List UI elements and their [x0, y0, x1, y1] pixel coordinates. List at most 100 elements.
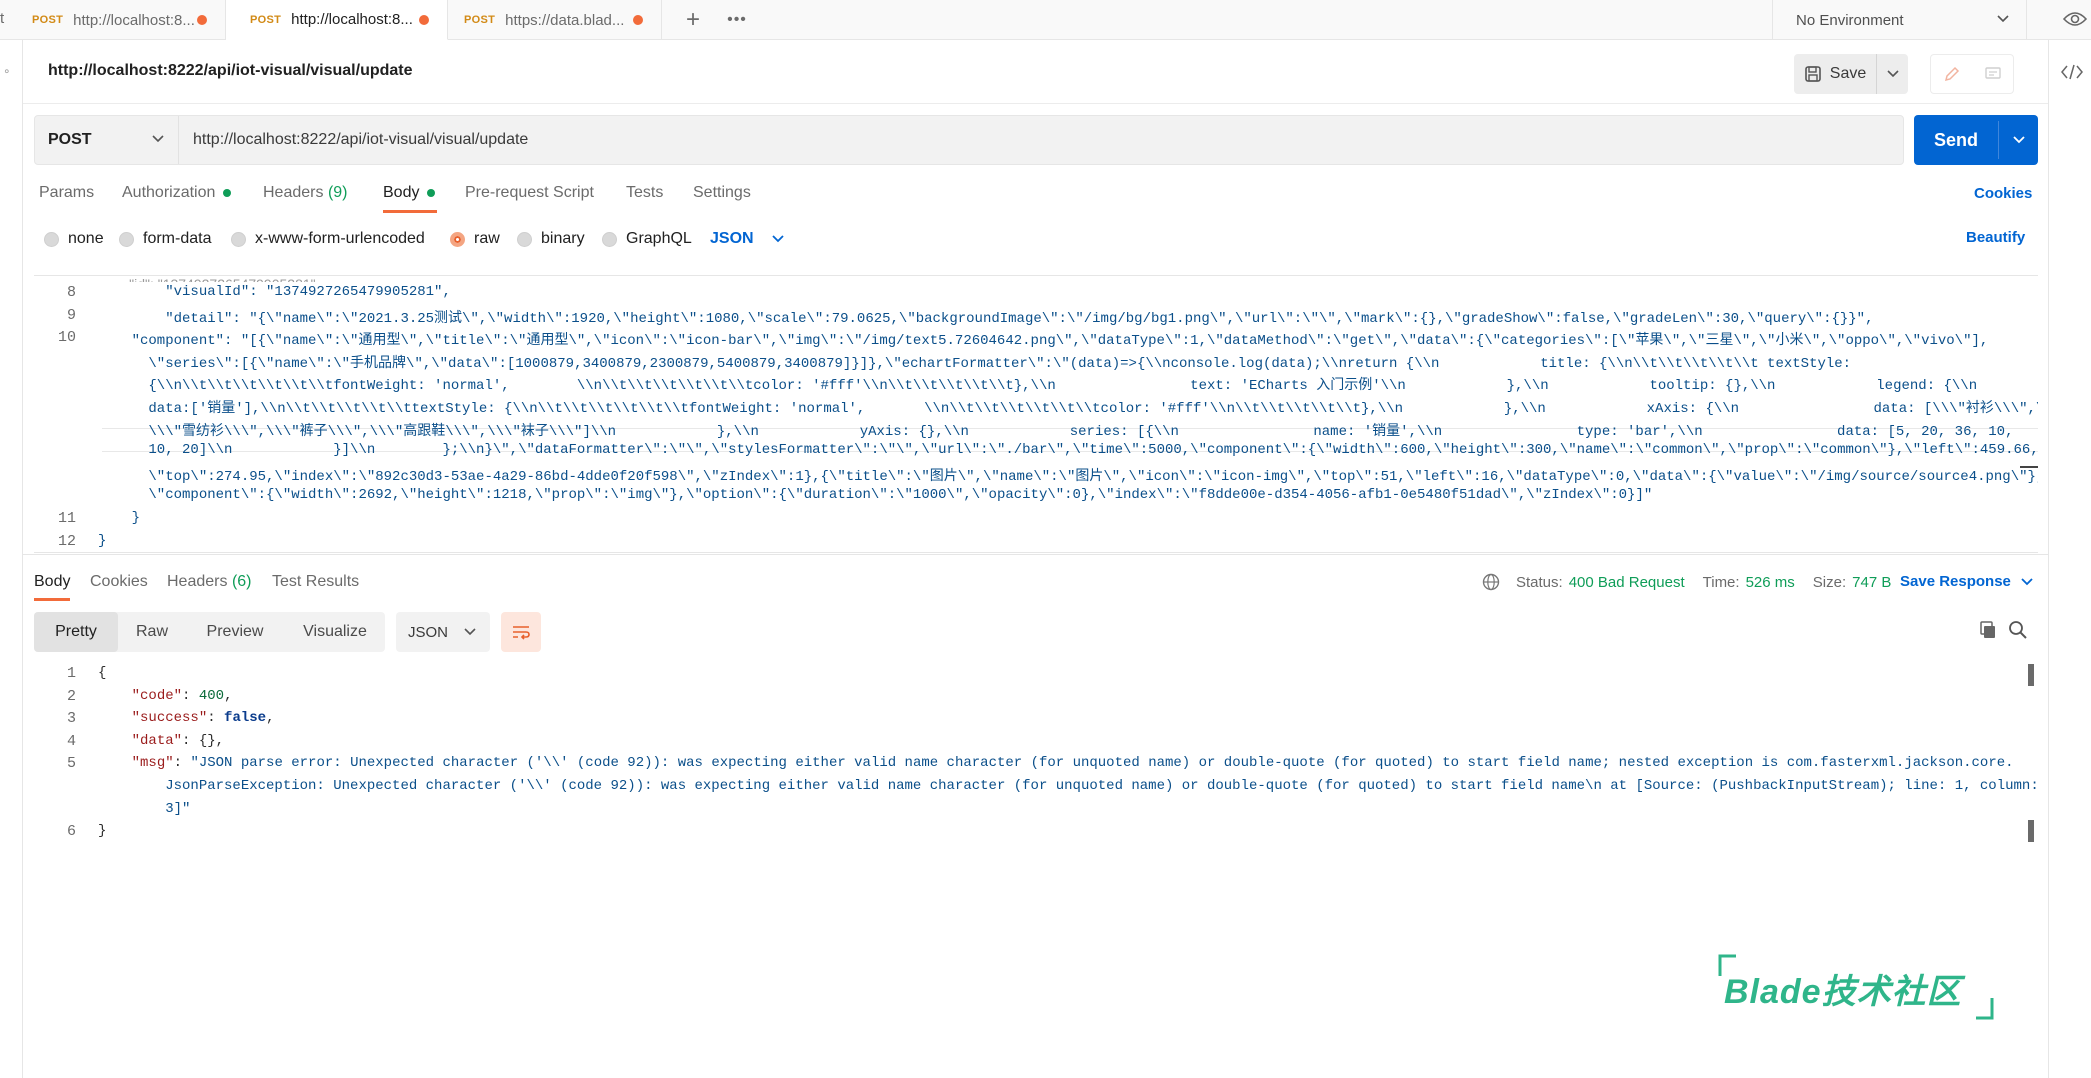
response-tab-cookies[interactable]: Cookies — [90, 562, 148, 602]
radio-circle — [119, 231, 134, 247]
collapse-indicator[interactable]: ∘ — [3, 64, 11, 78]
save-options-button[interactable] — [1877, 54, 1908, 94]
send-button-group: Send — [1914, 115, 2038, 165]
time-value[interactable]: 526 ms — [1746, 574, 1795, 591]
cookies-link[interactable]: Cookies — [1974, 173, 2032, 213]
tab-tests[interactable]: Tests — [626, 173, 663, 213]
json-value: false — [224, 710, 267, 727]
tab-params[interactable]: Params — [39, 173, 94, 213]
response-tab-headers[interactable]: Headers (6) — [167, 562, 252, 602]
line-number: 1 — [66, 665, 76, 682]
tab-label: http://localhost:8... — [291, 11, 413, 28]
save-label: Save — [1829, 65, 1867, 82]
left-sidebar-strip: ∘ — [0, 40, 23, 1078]
separator: : — [182, 732, 199, 749]
comments-button[interactable] — [1972, 55, 2013, 93]
save-disk-icon — [1804, 66, 1821, 82]
request-tab-2[interactable]: POST http://localhost:8... — [226, 0, 448, 40]
view-raw-button[interactable]: Raw — [118, 612, 186, 652]
view-visualize-button[interactable]: Visualize — [290, 612, 380, 652]
radio-circle — [602, 231, 617, 247]
status-value[interactable]: 400 Bad Request — [1569, 574, 1685, 591]
new-tab-plus-icon[interactable]: + — [678, 6, 708, 34]
radio-form-data[interactable]: form-data — [119, 227, 211, 251]
url-input[interactable]: http://localhost:8222/api/iot-visual/vis… — [193, 116, 528, 164]
request-tab-bar: t POST http://localhost:8... POST http:/… — [0, 0, 2091, 40]
tab-authorization[interactable]: Authorization — [122, 173, 232, 213]
request-tab-1[interactable]: POST http://localhost:8... — [12, 0, 226, 40]
right-context-bar — [2048, 40, 2091, 1078]
response-format-select[interactable]: JSON — [396, 612, 490, 652]
tab-settings[interactable]: Settings — [693, 173, 751, 213]
line-number: 5 — [66, 755, 76, 773]
radio-x-www-form-urlencoded[interactable]: x-www-form-urlencoded — [231, 227, 425, 251]
radio-raw[interactable]: raw — [450, 227, 500, 251]
json-key: "data" — [131, 732, 183, 749]
response-code-line: "msg": "JSON parse error: Unexpected cha… — [98, 755, 2014, 771]
json-value: {} — [198, 732, 216, 749]
line-number: 4 — [66, 732, 76, 750]
tab-label: Headers — [167, 573, 228, 590]
json-value: "JSON parse error: Unexpected character … — [190, 755, 2014, 772]
method-select[interactable]: POST — [35, 116, 179, 164]
code-snippet-icon[interactable] — [2061, 64, 2083, 80]
more-tabs-icon[interactable]: ••• — [720, 6, 754, 34]
line-number: 8 — [66, 284, 76, 301]
string-continuation: 3]" — [98, 800, 191, 817]
brace: } — [98, 823, 107, 840]
request-tab-3[interactable]: POST https://data.blad... — [448, 0, 662, 40]
send-button[interactable]: Send — [1914, 115, 1998, 165]
response-tab-body[interactable]: Body — [34, 562, 70, 602]
size-value[interactable]: 747 B — [1852, 574, 1891, 591]
tab-method: POST — [250, 13, 282, 26]
chevron-down-icon — [2012, 136, 2025, 144]
wrap-lines-button[interactable] — [501, 612, 541, 652]
tab-pre-request-script[interactable]: Pre-request Script — [465, 173, 594, 213]
line-number: 6 — [66, 823, 76, 841]
tab-label: Authorization — [122, 184, 216, 201]
scrollbar-thumb-top[interactable] — [2028, 664, 2034, 686]
tab-headers[interactable]: Headers (9) — [263, 173, 348, 213]
copy-icon[interactable] — [1978, 620, 1998, 640]
save-button-group: Save — [1794, 54, 1908, 94]
headers-count: (6) — [231, 573, 252, 590]
code-line: "visualId": "1374927265479905281", — [98, 284, 451, 300]
status-label: Status: — [1516, 573, 1563, 591]
environment-select[interactable]: No Environment — [1772, 0, 2026, 40]
scroll-marker — [2020, 466, 2038, 468]
globe-icon[interactable] — [1482, 573, 1500, 591]
time-label: Time: — [1702, 573, 1740, 591]
active-indicator-dot — [223, 189, 232, 197]
unsaved-dot-icon — [419, 15, 429, 25]
request-body-editor[interactable]: "id": "1374927265479905281", 8 "visualId… — [34, 275, 2038, 553]
view-pretty-button[interactable]: Pretty — [34, 612, 118, 652]
save-button[interactable]: Save — [1794, 54, 1876, 94]
code-line: "detail": "{\"name\":\"2021.3.25测试\",\"w… — [98, 310, 1874, 327]
radio-graphql[interactable]: GraphQL — [602, 227, 692, 251]
radio-label: none — [68, 230, 104, 247]
response-tab-test-results[interactable]: Test Results — [272, 562, 359, 602]
tab-body[interactable]: Body — [383, 173, 436, 213]
send-options-button[interactable] — [1999, 115, 2038, 165]
body-format-select[interactable]: JSON — [710, 227, 784, 251]
eye-icon[interactable] — [2062, 10, 2088, 28]
radio-label: x-www-form-urlencoded — [255, 230, 425, 247]
scrollbar-thumb-bottom[interactable] — [2028, 820, 2034, 842]
radio-none[interactable]: none — [44, 227, 104, 251]
edit-button[interactable] — [1931, 55, 1972, 93]
radio-label: GraphQL — [626, 230, 692, 247]
header-divider — [23, 103, 2048, 104]
request-title[interactable]: http://localhost:8222/api/iot-visual/vis… — [48, 62, 413, 80]
save-response-button[interactable]: Save Response — [1900, 573, 2033, 590]
view-preview-button[interactable]: Preview — [190, 612, 280, 652]
size-label: Size: — [1812, 573, 1847, 591]
tab-label: Headers — [263, 184, 324, 201]
response-format-label: JSON — [408, 623, 449, 641]
chevron-down-icon — [2021, 577, 2033, 585]
beautify-button[interactable]: Beautify — [1966, 229, 2025, 246]
search-icon[interactable] — [2008, 620, 2028, 640]
radio-binary[interactable]: binary — [517, 227, 585, 251]
pencil-icon — [1944, 66, 1959, 82]
